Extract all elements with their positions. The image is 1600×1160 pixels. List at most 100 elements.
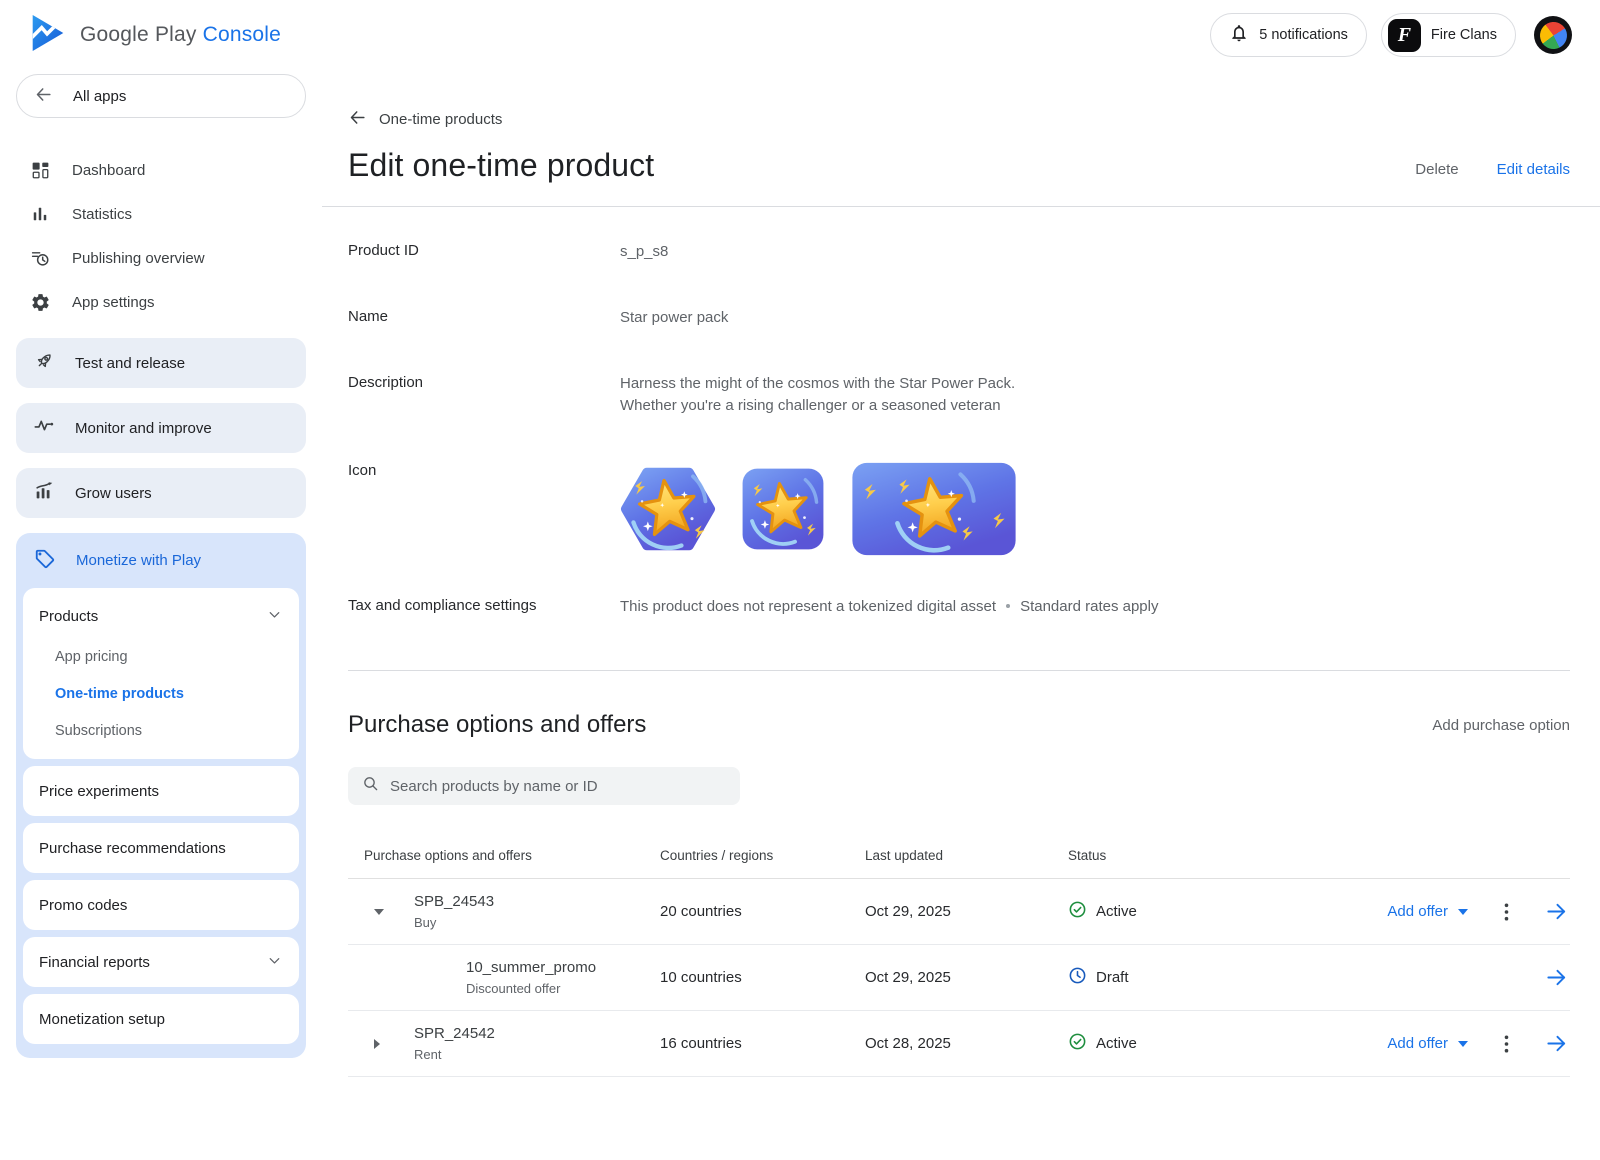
products-expander[interactable]: Products bbox=[39, 594, 283, 638]
sub-item-label: Subscriptions bbox=[55, 723, 142, 739]
sidebar-item-one-time-products[interactable]: One-time products bbox=[39, 675, 283, 712]
last-updated-cell: Oct 29, 2025 bbox=[865, 969, 1068, 986]
sidebar-item-label: App settings bbox=[72, 294, 155, 311]
sub-item-label: App pricing bbox=[55, 649, 128, 665]
purchase-options-table: Purchase options and offers Countries / … bbox=[348, 833, 1570, 1077]
sidebar-section-monetize-header[interactable]: Monetize with Play bbox=[23, 533, 299, 588]
edit-details-button[interactable]: Edit details bbox=[1497, 161, 1570, 178]
add-offer-label: Add offer bbox=[1387, 1035, 1448, 1052]
breadcrumb-label[interactable]: One-time products bbox=[379, 111, 502, 128]
purchase-option-id: SPR_24542 bbox=[414, 1025, 495, 1042]
description-value: Harness the might of the cosmos with the… bbox=[620, 373, 1015, 417]
field-label: Product ID bbox=[348, 241, 620, 263]
product-icon-wide bbox=[850, 461, 1018, 562]
status-label: Active bbox=[1096, 1035, 1137, 1052]
sidebar-item-purchase-recommendations[interactable]: Purchase recommendations bbox=[23, 823, 299, 873]
sidebar-item-app-settings[interactable]: App settings bbox=[16, 280, 306, 324]
active-check-icon bbox=[1068, 1032, 1087, 1055]
dashboard-icon bbox=[28, 160, 52, 181]
search-box bbox=[348, 767, 740, 805]
field-icon: Icon bbox=[348, 461, 1570, 562]
bell-icon bbox=[1229, 23, 1249, 47]
open-row-arrow-button[interactable] bbox=[1545, 1032, 1568, 1055]
breadcrumb: One-time products bbox=[348, 108, 1570, 131]
field-label: Icon bbox=[348, 461, 620, 562]
pulse-icon bbox=[33, 415, 55, 441]
chevron-down-icon bbox=[266, 952, 283, 973]
status-label: Draft bbox=[1096, 969, 1129, 986]
sidebar-section-test-and-release[interactable]: Test and release bbox=[16, 338, 306, 388]
sidebar-item-dashboard[interactable]: Dashboard bbox=[16, 148, 306, 192]
purchase-option-id: SPB_24543 bbox=[414, 893, 494, 910]
sidebar-item-label: Dashboard bbox=[72, 162, 145, 179]
tax-value-primary: This product does not represent a tokeni… bbox=[620, 598, 996, 615]
caret-down-icon bbox=[1458, 909, 1468, 915]
sidebar-item-app-pricing[interactable]: App pricing bbox=[39, 638, 283, 675]
sidebar-section-label: Monetize with Play bbox=[76, 552, 201, 569]
collapse-row-button[interactable] bbox=[374, 909, 386, 915]
products-label: Products bbox=[39, 608, 98, 625]
draft-clock-icon bbox=[1068, 966, 1087, 989]
card-label: Price experiments bbox=[39, 783, 159, 800]
sidebar-section-monitor-and-improve[interactable]: Monitor and improve bbox=[16, 403, 306, 453]
notifications-button[interactable]: 5 notifications bbox=[1210, 13, 1367, 57]
breadcrumb-back-icon[interactable] bbox=[348, 108, 367, 131]
app-selector-button[interactable]: F Fire Clans bbox=[1381, 13, 1516, 57]
purchase-options-heading: Purchase options and offers bbox=[348, 711, 646, 739]
caret-down-icon bbox=[1458, 1041, 1468, 1047]
purchase-options-section: Purchase options and offers Add purchase… bbox=[322, 671, 1600, 1077]
publishing-overview-icon bbox=[28, 248, 52, 269]
sidebar-item-publishing-overview[interactable]: Publishing overview bbox=[16, 236, 306, 280]
sidebar-item-monetization-setup[interactable]: Monetization setup bbox=[23, 994, 299, 1044]
offer-name-block: SPB_24543 Buy bbox=[414, 893, 494, 930]
expand-row-button[interactable] bbox=[374, 1039, 386, 1049]
field-label: Name bbox=[348, 307, 620, 329]
add-offer-label: Add offer bbox=[1387, 903, 1448, 920]
search-input[interactable] bbox=[390, 778, 726, 795]
app-settings-icon bbox=[28, 292, 52, 313]
back-arrow-icon bbox=[34, 85, 53, 108]
all-apps-button[interactable]: All apps bbox=[16, 74, 306, 118]
status-label: Active bbox=[1096, 903, 1137, 920]
statistics-icon bbox=[28, 204, 52, 224]
delete-button[interactable]: Delete bbox=[1415, 161, 1458, 178]
sidebar-section-grow-users[interactable]: Grow users bbox=[16, 468, 306, 518]
purchase-option-type: Rent bbox=[414, 1047, 495, 1062]
account-avatar[interactable] bbox=[1534, 16, 1572, 54]
play-console-logo[interactable]: Google Play Console bbox=[30, 13, 281, 58]
card-label: Monetization setup bbox=[39, 1011, 165, 1028]
description-line-1: Harness the might of the cosmos with the… bbox=[620, 373, 1015, 395]
field-product-id: Product ID s_p_s8 bbox=[348, 241, 1570, 263]
tax-value: This product does not represent a tokeni… bbox=[620, 596, 1158, 618]
sidebar-item-statistics[interactable]: Statistics bbox=[16, 192, 306, 236]
sidebar-section-monetize: Monetize with Play Products App pricing … bbox=[16, 533, 306, 1058]
sidebar-item-price-experiments[interactable]: Price experiments bbox=[23, 766, 299, 816]
add-offer-button[interactable]: Add offer bbox=[1387, 903, 1468, 920]
offer-name-block: SPR_24542 Rent bbox=[414, 1025, 495, 1062]
more-options-button[interactable] bbox=[1504, 903, 1509, 921]
column-header-countries: Countries / regions bbox=[660, 848, 865, 863]
status-badge: Active bbox=[1068, 900, 1258, 923]
sidebar-item-financial-reports[interactable]: Financial reports bbox=[23, 937, 299, 987]
offer-type: Discounted offer bbox=[466, 981, 596, 996]
add-purchase-option-button[interactable]: Add purchase option bbox=[1432, 717, 1570, 734]
open-row-arrow-button[interactable] bbox=[1545, 900, 1568, 923]
countries-cell: 20 countries bbox=[660, 903, 865, 920]
open-row-arrow-button[interactable] bbox=[1545, 966, 1568, 989]
brand-console: Console bbox=[203, 23, 281, 46]
description-line-2: Whether you're a rising challenger or a … bbox=[620, 395, 1015, 417]
brand-google-play: Google Play bbox=[80, 23, 197, 46]
product-name-value: Star power pack bbox=[620, 307, 728, 329]
product-details: Product ID s_p_s8 Name Star power pack D… bbox=[322, 207, 1600, 666]
sub-item-label: One-time products bbox=[55, 686, 184, 702]
add-offer-button[interactable]: Add offer bbox=[1387, 1035, 1468, 1052]
column-header-status: Status bbox=[1068, 848, 1258, 863]
chevron-down-icon bbox=[266, 606, 283, 627]
sidebar-item-promo-codes[interactable]: Promo codes bbox=[23, 880, 299, 930]
sidebar-item-subscriptions[interactable]: Subscriptions bbox=[39, 712, 283, 749]
sidebar-section-label: Monitor and improve bbox=[75, 420, 212, 437]
card-label: Purchase recommendations bbox=[39, 840, 226, 857]
more-options-button[interactable] bbox=[1504, 1035, 1509, 1053]
product-icons bbox=[620, 461, 1018, 562]
field-name: Name Star power pack bbox=[348, 307, 1570, 329]
